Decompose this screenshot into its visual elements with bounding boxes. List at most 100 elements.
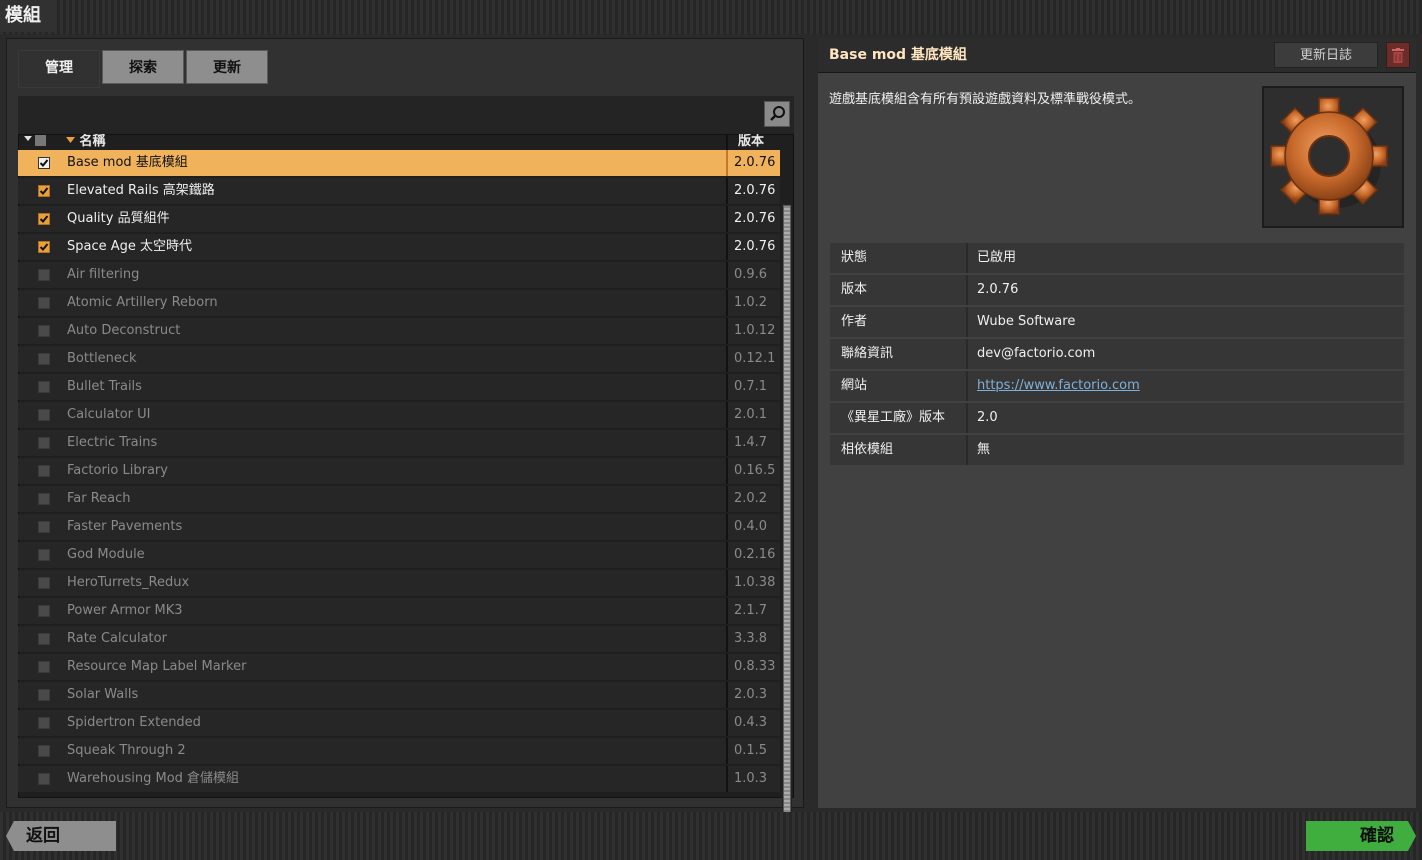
check-icon <box>39 243 49 251</box>
mod-enable-checkbox[interactable] <box>38 297 50 309</box>
mod-toggle-cell[interactable] <box>18 262 60 288</box>
mod-toggle-cell[interactable] <box>18 402 60 428</box>
mod-enable-checkbox[interactable] <box>38 241 50 253</box>
mod-toggle-cell[interactable] <box>18 766 60 792</box>
mod-toggle-cell[interactable] <box>18 374 60 400</box>
list-item[interactable]: Squeak Through 2 0.1.5 <box>18 738 780 764</box>
mod-toggle-cell[interactable] <box>18 318 60 344</box>
list-item[interactable]: Resource Map Label Marker 0.8.33 <box>18 654 780 680</box>
mod-enable-checkbox[interactable] <box>38 381 50 393</box>
confirm-button[interactable]: 確認 <box>1306 821 1416 851</box>
info-key: 網站 <box>841 378 868 393</box>
mod-enable-checkbox[interactable] <box>38 353 50 365</box>
mod-toggle-cell[interactable] <box>18 178 60 204</box>
mod-toggle-cell[interactable] <box>18 654 60 680</box>
mod-toggle-cell[interactable] <box>18 598 60 624</box>
info-key: 作者 <box>841 314 868 329</box>
list-item[interactable]: Bottleneck 0.12.1 <box>18 346 780 372</box>
mod-toggle-cell[interactable] <box>18 682 60 708</box>
column-divider <box>726 374 728 400</box>
mod-enable-checkbox[interactable] <box>38 549 50 561</box>
mod-name: Air filtering <box>67 267 140 282</box>
list-item[interactable]: Faster Pavements 0.4.0 <box>18 514 780 540</box>
mod-toggle-cell[interactable] <box>18 458 60 484</box>
mod-enable-checkbox[interactable] <box>38 689 50 701</box>
delete-button[interactable] <box>1386 42 1410 68</box>
changelog-button[interactable]: 更新日誌 <box>1274 42 1378 68</box>
tab-browse[interactable]: 探索 <box>102 50 184 84</box>
list-item[interactable]: Elevated Rails 高架鐵路 2.0.76 <box>18 178 780 204</box>
mod-toggle-cell[interactable] <box>18 514 60 540</box>
mod-enable-checkbox[interactable] <box>38 269 50 281</box>
info-key: 版本 <box>841 282 868 297</box>
mod-toggle-cell[interactable] <box>18 626 60 652</box>
mod-enable-checkbox[interactable] <box>38 745 50 757</box>
column-divider <box>726 178 728 204</box>
mod-enable-checkbox[interactable] <box>38 409 50 421</box>
column-divider <box>726 542 728 568</box>
back-button-label: 返回 <box>26 826 60 846</box>
list-item[interactable]: Factorio Library 0.16.5 <box>18 458 780 484</box>
mod-toggle-cell[interactable] <box>18 542 60 568</box>
mod-enable-checkbox[interactable] <box>38 493 50 505</box>
column-divider <box>726 486 728 512</box>
list-item[interactable]: Power Armor MK3 2.1.7 <box>18 598 780 624</box>
list-item[interactable]: Solar Walls 2.0.3 <box>18 682 780 708</box>
mod-toggle-cell[interactable] <box>18 346 60 372</box>
list-item[interactable]: Spidertron Extended 0.4.3 <box>18 710 780 736</box>
mod-enable-checkbox[interactable] <box>38 605 50 617</box>
mod-version: 0.4.0 <box>734 519 768 534</box>
mod-toggle-cell[interactable] <box>18 738 60 764</box>
list-item[interactable]: Space Age 太空時代 2.0.76 <box>18 234 780 260</box>
mod-enable-checkbox[interactable] <box>38 577 50 589</box>
tab-updates[interactable]: 更新 <box>186 50 268 84</box>
mod-enable-checkbox[interactable] <box>38 185 50 197</box>
sort-arrow-icon <box>66 137 75 143</box>
list-item[interactable]: Far Reach 2.0.2 <box>18 486 780 512</box>
info-row: 作者 Wube Software <box>830 307 1404 337</box>
list-item[interactable]: Atomic Artillery Reborn 1.0.2 <box>18 290 780 316</box>
tab-manage[interactable]: 管理 <box>18 50 100 88</box>
search-button[interactable] <box>764 101 790 127</box>
mod-toggle-cell[interactable] <box>18 290 60 316</box>
mod-enable-checkbox[interactable] <box>38 773 50 785</box>
search-bar[interactable] <box>18 96 794 135</box>
mod-enable-checkbox[interactable] <box>38 213 50 225</box>
list-item[interactable]: Air filtering 0.9.6 <box>18 262 780 288</box>
list-item[interactable]: Calculator UI 2.0.1 <box>18 402 780 428</box>
mod-enable-checkbox[interactable] <box>38 633 50 645</box>
list-item[interactable]: Base mod 基底模組 2.0.76 <box>18 150 780 176</box>
list-item[interactable]: HeroTurrets_Redux 1.0.38 <box>18 570 780 596</box>
back-button[interactable]: 返回 <box>6 821 116 851</box>
mod-toggle-cell[interactable] <box>18 570 60 596</box>
mod-enable-checkbox[interactable] <box>38 717 50 729</box>
list-item[interactable]: Warehousing Mod 倉儲模組 1.0.3 <box>18 766 780 792</box>
mod-toggle-cell[interactable] <box>18 150 60 176</box>
mod-toggle-cell[interactable] <box>18 430 60 456</box>
column-header-version[interactable]: 版本 <box>738 134 764 149</box>
mod-toggle-cell[interactable] <box>18 206 60 232</box>
mod-version: 1.0.12 <box>734 323 776 338</box>
scrollbar[interactable] <box>782 204 792 854</box>
info-value: Wube Software <box>977 314 1076 329</box>
mod-enable-checkbox[interactable] <box>38 521 50 533</box>
scrollbar-thumb[interactable] <box>784 206 790 850</box>
mod-version: 2.0.76 <box>734 211 776 226</box>
mod-enable-checkbox[interactable] <box>38 157 50 169</box>
mod-enable-checkbox[interactable] <box>38 437 50 449</box>
mod-toggle-cell[interactable] <box>18 710 60 736</box>
list-item[interactable]: Quality 品質組件 2.0.76 <box>18 206 780 232</box>
mod-toggle-cell[interactable] <box>18 234 60 260</box>
mod-enable-checkbox[interactable] <box>38 465 50 477</box>
select-all-checkbox[interactable] <box>24 134 46 146</box>
list-item[interactable]: Rate Calculator 3.3.8 <box>18 626 780 652</box>
column-header-name[interactable]: 名稱 <box>66 134 106 149</box>
mod-enable-checkbox[interactable] <box>38 661 50 673</box>
list-item[interactable]: Auto Deconstruct 1.0.12 <box>18 318 780 344</box>
website-link[interactable]: https://www.factorio.com <box>977 371 1140 401</box>
list-item[interactable]: God Module 0.2.16 <box>18 542 780 568</box>
mod-enable-checkbox[interactable] <box>38 325 50 337</box>
list-item[interactable]: Electric Trains 1.4.7 <box>18 430 780 456</box>
mod-toggle-cell[interactable] <box>18 486 60 512</box>
list-item[interactable]: Bullet Trails 0.7.1 <box>18 374 780 400</box>
